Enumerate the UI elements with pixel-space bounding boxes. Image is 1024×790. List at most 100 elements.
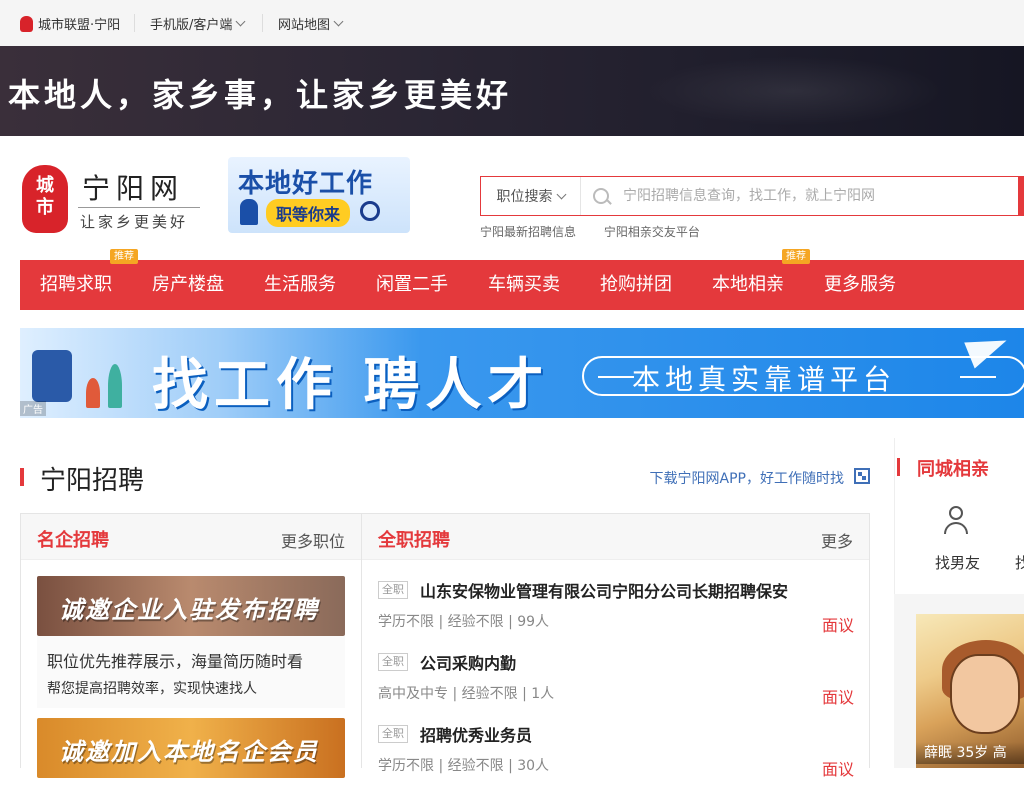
face-shape [950,654,1020,734]
chevron-down-icon [235,16,246,27]
find-girlfriend-link[interactable]: 找 [1015,552,1024,573]
sidebar-title: 同城相亲 [917,459,989,480]
qr-code-icon[interactable] [854,468,870,484]
promo-description: 职位优先推荐展示，海量简历随时看 帮您提高招聘效率，实现快速找人 [37,636,345,708]
job-salary: 面议 [821,760,854,779]
search-icon [593,188,609,204]
divider [262,14,263,32]
city-switcher[interactable]: 城市联盟·宁阳 [20,14,120,33]
nav-item-secondhand[interactable]: 闲置二手 [376,260,448,310]
promo-line-1: 职位优先推荐展示，海量简历随时看 [47,652,304,671]
magnifier-icon [360,201,380,221]
ad-dash [960,376,996,378]
job-listing[interactable]: 全职 公司采购内勤 高中及中专 | 经验不限 | 1人 面议 [378,648,854,718]
top-utility-bar: 城市联盟·宁阳 手机版/客户端 网站地图 [0,0,1024,46]
find-boyfriend-link[interactable]: 找男友 [935,552,980,573]
fulltime-badge: 全职 [378,653,408,671]
nav-item-jobs[interactable]: 招聘求职 [40,260,112,310]
hero-banner: 本地人，家乡事，让家乡更美好 [0,46,1024,136]
search-input[interactable] [623,178,1003,214]
recommend-tag: 推荐 [782,249,810,264]
divider [134,14,135,32]
recommend-tag: 推荐 [110,249,138,264]
fulltime-badge: 全职 [378,725,408,743]
job-promo-badge[interactable]: 本地好工作 职等你来 [228,157,410,233]
section-bar [20,468,24,486]
download-app-link[interactable]: 下载宁阳网APP，好工作随时找 [650,468,844,488]
fulltime-badge: 全职 [378,581,408,599]
nav-item-more[interactable]: 更多服务 [824,260,896,310]
ad-banner[interactable]: 找工作 聘人才 本地真实靠谱平台 广告 [20,328,1024,418]
job-listing[interactable]: 全职 山东安保物业管理有限公司宁阳分公司长期招聘保安 学历不限 | 经验不限 |… [378,576,854,646]
chevron-down-icon [333,16,344,27]
hero-glow [644,56,944,126]
profile-caption: 薛眠 35岁 高 [916,742,1024,764]
ad-dash [598,376,634,378]
nav-item-dating[interactable]: 本地相亲 [712,260,784,310]
job-salary: 面议 [821,688,854,707]
more-link[interactable]: 更多 [821,528,853,552]
ad-subtitle: 本地真实靠谱平台 [632,363,897,396]
site-name: 宁阳网 [82,172,185,205]
profile-photo[interactable]: 薛眠 35岁 高 [916,614,1024,768]
nav-item-vehicles[interactable]: 车辆买卖 [488,260,560,310]
panel-header: 名企招聘 更多职位 [21,514,361,560]
promo-banner[interactable]: 诚邀加入本地名企会员 [37,718,345,778]
search-category-select[interactable]: 职位搜索 [481,177,581,215]
job-listing[interactable]: 全职 招聘优秀业务员 学历不限 | 经验不限 | 30人 面议 [378,720,854,790]
logo-seal: 城 市 [22,165,68,233]
job-title[interactable]: 招聘优秀业务员 [420,722,532,746]
search-button-edge[interactable] [1018,176,1024,216]
famous-companies-panel: 名企招聘 更多职位 诚邀企业入驻发布招聘 职位优先推荐展示，海量简历随时看 帮您… [20,513,362,778]
mobile-label: 手机版/客户端 [150,18,233,33]
nav-item-realestate[interactable]: 房产楼盘 [152,260,224,310]
mobile-menu[interactable]: 手机版/客户端 [150,14,246,33]
promo-banner[interactable]: 诚邀企业入驻发布招聘 [37,576,345,636]
dating-sidebar: 同城相亲 找男友 找 薛眠 35岁 高 [894,438,1024,768]
nav-item-services[interactable]: 生活服务 [264,260,336,310]
section-title: 宁阳招聘 [40,466,145,496]
hot-link[interactable]: 宁阳相亲交友平台 [604,225,700,239]
chevron-down-icon [556,189,566,199]
desk-illustration [32,350,72,402]
job-meta: 学历不限 | 经验不限 | 30人 [378,758,550,774]
site-logo[interactable]: 城 市 宁阳网 让家乡更美好 [22,165,202,235]
hero-slogan: 本地人，家乡事，让家乡更美好 [8,76,513,114]
sidebar-bar [897,458,900,476]
hot-link[interactable]: 宁阳最新招聘信息 [480,225,576,239]
promo-line-2: 帮您提高招聘效率，实现快速找人 [47,681,257,697]
job-title[interactable]: 公司采购内勤 [420,650,516,674]
ad-label: 广告 [20,401,46,416]
city-logo-icon [20,15,33,32]
job-title[interactable]: 山东安保物业管理有限公司宁阳分公司长期招聘保安 [420,578,788,602]
panel-title: 全职招聘 [378,530,450,551]
dating-actions: 找男友 找 [894,494,1024,594]
city-label: 城市联盟·宁阳 [38,18,121,33]
promo-banner-text: 诚邀企业入驻发布招聘 [59,596,319,624]
logo-rule [78,207,200,208]
hot-links: 宁阳最新招聘信息 宁阳相亲交友平台 [480,223,724,240]
job-salary: 面议 [821,616,854,635]
nav-item-groupbuy[interactable]: 抢购拼团 [600,260,672,310]
job-meta: 学历不限 | 经验不限 | 99人 [378,614,550,630]
person-icon [240,199,258,225]
search-box: 职位搜索 [480,176,1024,216]
sitemap-menu[interactable]: 网站地图 [278,14,344,33]
main-nav: 招聘求职 推荐 房产楼盘 生活服务 闲置二手 车辆买卖 抢购拼团 本地相亲 推荐… [20,249,1024,310]
sitemap-label: 网站地图 [278,18,331,33]
job-meta: 高中及中专 | 经验不限 | 1人 [378,686,555,702]
job-badge-title: 本地好工作 [238,169,374,199]
tree-illustration [108,364,122,408]
sidebar-header: 同城相亲 [894,438,1024,494]
section-header: 宁阳招聘 下载宁阳网APP，好工作随时找 [20,458,870,498]
site-motto: 让家乡更美好 [80,213,189,231]
job-badge-subtitle: 职等你来 [266,199,351,227]
fulltime-jobs-panel: 全职招聘 更多 全职 山东安保物业管理有限公司宁阳分公司长期招聘保安 学历不限 … [361,513,870,779]
panel-header: 全职招聘 更多 [362,514,869,560]
more-jobs-link[interactable]: 更多职位 [281,528,345,552]
promo-banner-text: 诚邀加入本地名企会员 [59,738,319,766]
ad-title: 找工作 聘人才 [152,353,550,418]
user-icon[interactable] [943,506,969,536]
panel-title: 名企招聘 [37,530,109,551]
tree-illustration [86,378,100,408]
